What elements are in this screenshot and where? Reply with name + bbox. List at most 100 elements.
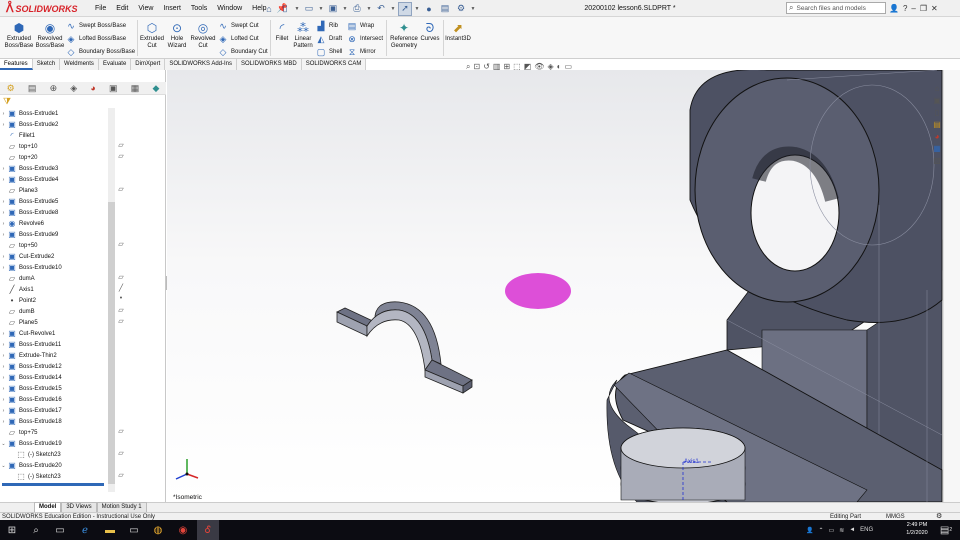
edit-appearance-icon[interactable]: ◈ [547,62,553,71]
instant3d-button[interactable]: ⬈ Instant3D [444,21,472,43]
solidworks-forum-icon[interactable]: ▧ [933,156,941,166]
open-dropdown-icon[interactable]: ▼ [318,2,324,16]
tree-item[interactable]: › ▣ Boss-Extrude9 [0,229,108,240]
visibility-state-icon[interactable]: ▱ [116,185,126,196]
expand-arrow-icon[interactable]: › [0,331,7,337]
resources-home-icon[interactable]: ⌂ [935,84,940,94]
tab-sketch[interactable]: Sketch [32,59,61,70]
visibility-state-icon[interactable]: ▱ [116,240,126,251]
tab-dimxpert[interactable]: DimXpert [131,59,166,70]
tab-model[interactable]: Model [34,502,62,512]
solidworks-logo[interactable]: ᐰ SOLIDWORKS [6,2,84,15]
appearances-icon[interactable]: ◕ [935,132,940,142]
tab-cam[interactable]: SOLIDWORKS CAM [301,59,367,70]
expand-arrow-icon[interactable]: › [0,408,7,414]
visibility-state-icon[interactable]: ▱ [116,273,126,284]
tree-item[interactable]: ▱ top+50 [0,240,108,251]
taskbar-search-icon[interactable]: ⌕ [25,520,47,540]
user-icon[interactable]: 👤 [889,4,899,13]
feature-manager-icon[interactable]: ⚙ [7,83,15,94]
tree-item[interactable]: ▱ top+75 [0,427,108,438]
expand-arrow-icon[interactable]: › [0,364,7,370]
help-icon[interactable]: ? [903,4,907,13]
cam-manager-icon[interactable]: ▣ [109,83,118,94]
tree-item[interactable]: ▱ Plane3 [0,185,108,196]
fillet-button[interactable]: ◜ Fillet [272,21,292,43]
battery-icon[interactable]: ▭ [829,527,835,534]
tab-mbd[interactable]: SOLIDWORKS MBD [237,59,302,70]
task-view-icon[interactable]: ▭ [49,520,71,540]
custom-properties-icon[interactable]: ▦ [933,144,941,154]
menu-edit[interactable]: Edit [111,0,133,17]
tree-item[interactable]: ◜ Fillet1 [0,130,108,141]
menu-insert[interactable]: Insert [158,0,186,17]
expand-arrow-icon[interactable]: › [0,166,7,172]
wrap-button[interactable]: ▤ Wrap [347,20,375,32]
tree-item[interactable]: ▱ Plane5 [0,317,108,328]
display-manager-icon[interactable]: ◕ [90,83,95,93]
tree-item[interactable]: ⬚ (-) Sketch23 [0,471,108,482]
open-folder-icon[interactable]: ▭ [302,2,316,16]
edge-browser-icon[interactable]: ℯ [74,520,96,540]
expand-arrow-icon[interactable]: › [0,397,7,403]
tree-item[interactable]: › ▣ Boss-Extrude10 [0,262,108,273]
view-settings-icon[interactable]: ▭ [564,62,572,71]
home-icon[interactable]: ⌂ [262,2,276,16]
visibility-state-icon[interactable]: ▱ [116,141,126,152]
network-icon[interactable]: ≋ [839,527,844,534]
new-dropdown-icon[interactable]: ▼ [294,2,300,16]
dynamic-annotation-icon[interactable]: ⊞ [503,62,510,71]
bracket-part[interactable] [336,301,473,394]
print-dropdown-icon[interactable]: ▼ [366,2,372,16]
graphics-area[interactable]: Axis1 [167,70,943,502]
visibility-state-icon[interactable]: ╱ [116,284,126,295]
expand-arrow-icon[interactable]: › [0,265,7,271]
design-library-icon[interactable]: ▣ [933,96,941,106]
tree-item[interactable]: › ▣ Boss-Extrude18 [0,416,108,427]
action-center-icon[interactable]: ▤ 2 [936,520,956,540]
user-tray-icon[interactable]: 👤 [806,527,813,534]
visibility-state-icon[interactable]: ▱ [116,317,126,328]
model-canvas[interactable]: Axis1 [167,70,943,502]
options-gear-icon[interactable]: ⚙ [454,2,468,16]
apply-scene-icon[interactable]: ◐ [557,62,562,71]
cam-tree-icon[interactable]: ▦ [131,83,140,94]
search-placeholder[interactable]: Search files and models [796,5,865,12]
hide-show-icon[interactable]: 👁 [534,62,544,71]
visibility-state-icon[interactable]: ▱ [116,306,126,317]
search-box[interactable]: ⌕ Search files and models [786,2,886,14]
minimize-icon[interactable]: – [911,4,915,13]
tree-item[interactable]: ▱ dumA [0,273,108,284]
volume-icon[interactable]: ◄ [849,527,855,533]
show-hidden-icons[interactable]: ⌃ [818,527,823,534]
section-view-icon[interactable]: ▥ [493,62,501,71]
tab-motion-study[interactable]: Motion Study 1 [96,502,147,512]
expand-arrow-icon[interactable]: › [0,254,7,260]
boundary-boss-button[interactable]: ◇ Boundary Boss/Base [66,46,136,58]
mirror-button[interactable]: ⧖ Mirror [347,46,376,58]
display-style-icon[interactable]: ◩ [524,62,532,71]
terminal-icon[interactable]: ▭ [123,520,145,540]
view-orientation-icon[interactable]: ⬚ [513,62,521,71]
tree-item[interactable]: ⬚ (-) Sketch23 [0,449,108,460]
main-part-model[interactable] [606,70,943,502]
tab-evaluate[interactable]: Evaluate [98,59,132,70]
undo-icon[interactable]: ↶ [374,2,388,16]
tree-item[interactable]: › ▣ Extrude-Thin2 [0,350,108,361]
tree-item[interactable]: ▱ top+10 [0,141,108,152]
reference-geometry-button[interactable]: ✦ Reference Geometry [389,21,419,49]
tree-item[interactable]: › ▣ Boss-Extrude5 [0,196,108,207]
chrome-icon[interactable]: ◉ [172,520,194,540]
menu-view[interactable]: View [133,0,158,17]
close-icon[interactable]: ✕ [931,4,938,13]
file-properties-icon[interactable]: ▤ [438,2,452,16]
appearance-icon[interactable]: ◆ [152,83,159,94]
tab-features[interactable]: Features [0,59,33,70]
expand-arrow-icon[interactable]: ⌄ [0,441,7,447]
property-manager-icon[interactable]: ▤ [28,83,37,94]
restore-icon[interactable]: ❐ [920,4,927,13]
tree-item[interactable]: › ▣ Boss-Extrude12 [0,361,108,372]
filter-icon[interactable]: ⧩ [3,96,11,107]
lofted-boss-button[interactable]: ◈ Lofted Boss/Base [66,33,127,45]
expand-arrow-icon[interactable]: › [0,210,7,216]
